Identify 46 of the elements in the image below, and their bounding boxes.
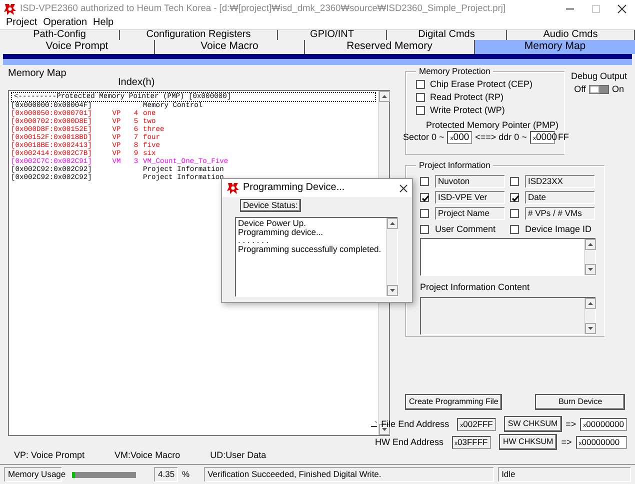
field-value: 000 xyxy=(453,132,470,143)
log-line: Programming successfully completed. xyxy=(238,244,382,254)
group-title: Memory Protection xyxy=(416,66,494,76)
field-label: <==> ddr 0 ~ xyxy=(475,132,527,143)
field-label: HW End Address xyxy=(375,436,444,448)
legend-text: VP: Voice Prompt xyxy=(14,450,85,461)
checkbox-label: Read Protect (RP) xyxy=(430,92,504,103)
status-message: Verification Succeeded, Finished Digital Write. xyxy=(204,467,494,482)
checkbox-label: Chip Erase Protect (CEP) xyxy=(430,79,533,90)
legend-text: VM:Voice Macro xyxy=(114,450,180,461)
field-label: FF xyxy=(558,132,569,143)
info-field: Nuvoton xyxy=(435,175,505,188)
arrow-text: => xyxy=(566,418,576,430)
info-field: Date xyxy=(525,191,595,204)
info-field: # VPs / # VMs xyxy=(525,207,595,220)
column-header: Index(h) xyxy=(118,77,156,89)
legend-text: UD:User Data xyxy=(210,450,266,461)
percent-field: 4.35 xyxy=(154,467,178,482)
field-value: 002FFF xyxy=(463,418,493,430)
field-label: Protected Memory Pointer (PMP) xyxy=(426,120,559,131)
section-label: Memory Map xyxy=(8,68,68,80)
checkbox-label: Write Protect (WP) xyxy=(430,105,505,116)
field-label: Debug Output xyxy=(571,71,628,82)
log-line: . . . . . . . xyxy=(238,236,269,245)
field-label: Sector 0 ~ xyxy=(403,132,444,143)
field-value: 00000000 xyxy=(582,436,620,448)
log-line: Device Power Up. xyxy=(238,219,308,228)
field-value: 03FFFF xyxy=(458,436,488,448)
info-field: ISD23XX xyxy=(525,175,595,188)
checkbox-label: User Comment xyxy=(435,224,496,235)
log-line: Programming device... xyxy=(238,228,324,236)
field-value: 0000 xyxy=(536,132,558,143)
arrow-text: => xyxy=(561,436,572,448)
checkbox-label: Device Image ID xyxy=(525,224,592,235)
switch-label: On xyxy=(612,84,624,95)
field-label: File End Address xyxy=(381,418,450,430)
field-value: 00000000 xyxy=(586,418,624,430)
section-label: Project Information Content xyxy=(420,282,530,293)
dialog-title: Programming Device... xyxy=(243,182,346,194)
percent-sign: % xyxy=(182,469,190,480)
status-state: Idle xyxy=(498,467,631,482)
switch-label: Off xyxy=(574,84,586,95)
group-title: Project Information xyxy=(416,160,494,170)
info-field: ISD-VPE Ver xyxy=(435,191,505,204)
window-title: ISD-VPE2360 authorized to Heum Tech Korea - [d:₩[project]₩isd_dmk_2360₩source₩ISD2360_Simple_Project.prj] xyxy=(20,2,507,14)
info-field: Project Name xyxy=(435,207,505,220)
